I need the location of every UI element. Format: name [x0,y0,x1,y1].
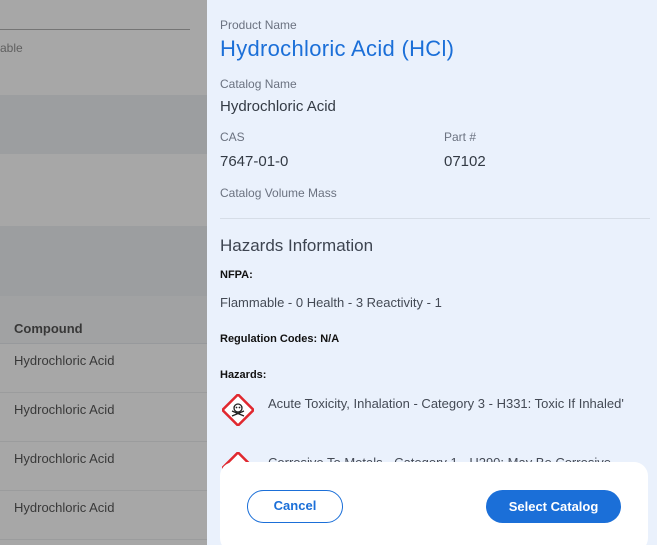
hazard-text: Acute Toxicity, Inhalation - Category 3 … [268,396,624,411]
skull-crossbones-icon [222,394,254,426]
cas-label: CAS [220,130,245,144]
product-name: Hydrochloric Acid (HCl) [220,36,455,61]
cas-value: 7647-01-0 [220,153,289,170]
cancel-button[interactable]: Cancel [247,490,343,523]
part-number-label: Part # [444,130,477,144]
select-catalog-button[interactable]: Select Catalog [486,490,621,523]
drawer-footer: Cancel Select Catalog [220,462,648,545]
modal-overlay[interactable] [0,0,207,545]
catalog-name-value: Hydrochloric Acid [220,98,336,115]
product-name-label: Product Name [220,18,297,32]
hazards-label: Hazards: [220,369,267,381]
part-number-value: 07102 [444,153,486,170]
product-detail-drawer: Product Name Hydrochloric Acid (HCl) Cat… [207,0,657,545]
nfpa-value: Flammable - 0 Health - 3 Reactivity - 1 [220,295,442,310]
hazards-section-title: Hazards Information [220,236,374,255]
catalog-volume-mass-label: Catalog Volume Mass [220,186,337,200]
regulation-codes: Regulation Codes: N/A [220,333,340,345]
catalog-name-label: Catalog Name [220,77,297,91]
nfpa-label: NFPA: [220,269,253,281]
section-divider [220,218,650,219]
